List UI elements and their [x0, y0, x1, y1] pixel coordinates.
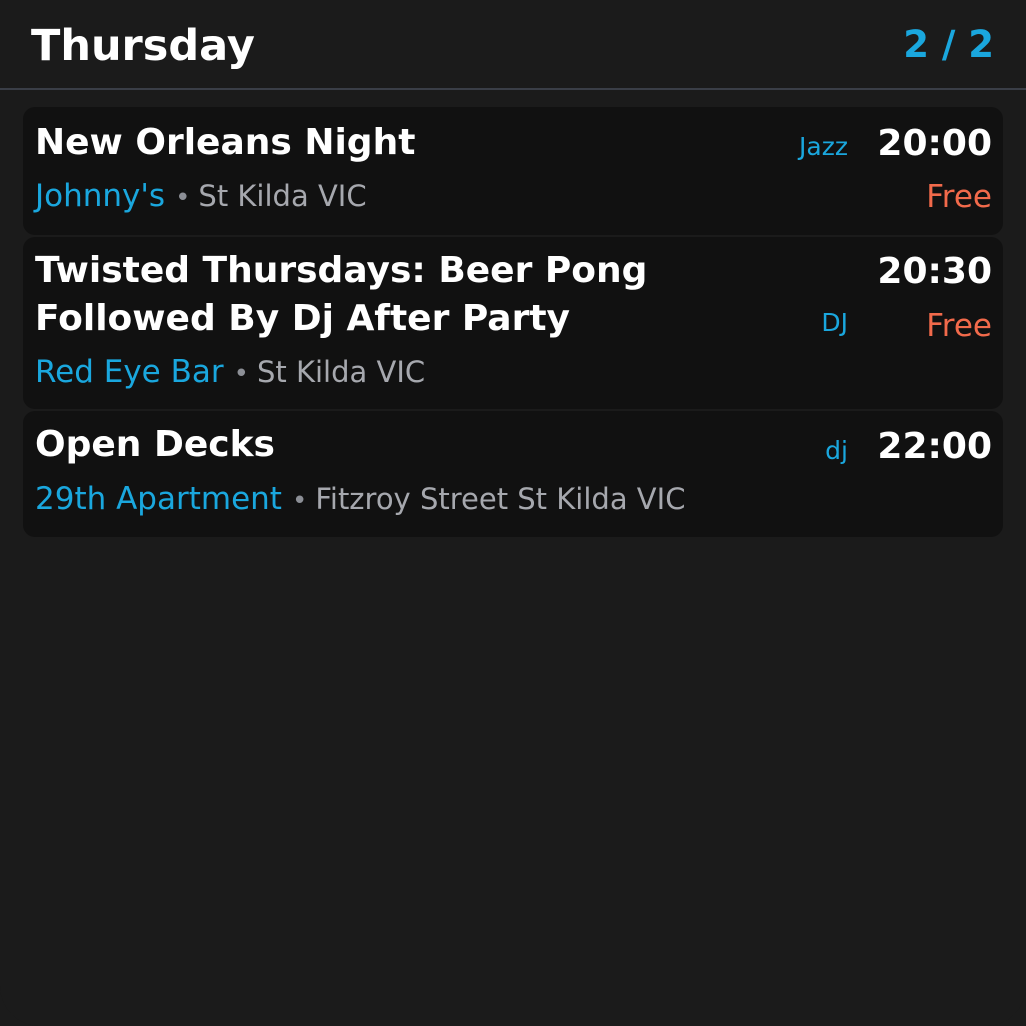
separator-dot: •: [233, 359, 249, 389]
day-title: Thursday: [31, 21, 255, 71]
event-location: St Kilda VIC: [256, 355, 426, 389]
event-title: Twisted Thursdays: Beer Pong Followed By…: [35, 250, 648, 339]
event-time: 22:00: [877, 426, 992, 467]
event-genre: Jazz: [799, 132, 848, 161]
separator-dot: •: [175, 183, 191, 213]
event-venue: Johnny's: [35, 178, 166, 214]
event-venue: 29th Apartment: [35, 481, 282, 517]
event-card[interactable]: New Orleans Night Johnny's • St Kilda VIC …: [23, 107, 1003, 235]
event-card[interactable]: Open Decks 29th Apartment • Fitzroy Street…: [23, 411, 1003, 537]
event-genre: dj: [825, 436, 848, 465]
event-title: Open Decks: [35, 424, 275, 465]
event-venue: Red Eye Bar: [35, 354, 224, 390]
event-venue-line: Red Eye Bar • St Kilda VIC: [35, 352, 425, 394]
event-price: Free: [926, 179, 992, 215]
event-title: New Orleans Night: [35, 122, 416, 163]
event-list-screen: Thursday 2 / 2 New Orleans Night Johnny'…: [0, 0, 1026, 1026]
event-location: St Kilda VIC: [198, 179, 367, 213]
event-genre: DJ: [821, 308, 848, 337]
event-price: Free: [926, 308, 992, 344]
event-card[interactable]: Twisted Thursdays: Beer Pong Followed By…: [23, 237, 1003, 409]
page-indicator: 2 / 2: [903, 23, 994, 66]
header: Thursday 2 / 2: [0, 0, 1026, 90]
event-time: 20:00: [877, 123, 992, 164]
event-location: Fitzroy Street St Kilda VIC: [315, 482, 686, 516]
event-venue-line: 29th Apartment • Fitzroy Street St Kilda V…: [35, 479, 685, 521]
event-time: 20:30: [877, 251, 992, 292]
event-venue-line: Johnny's • St Kilda VIC: [35, 176, 367, 218]
separator-dot: •: [291, 486, 308, 516]
